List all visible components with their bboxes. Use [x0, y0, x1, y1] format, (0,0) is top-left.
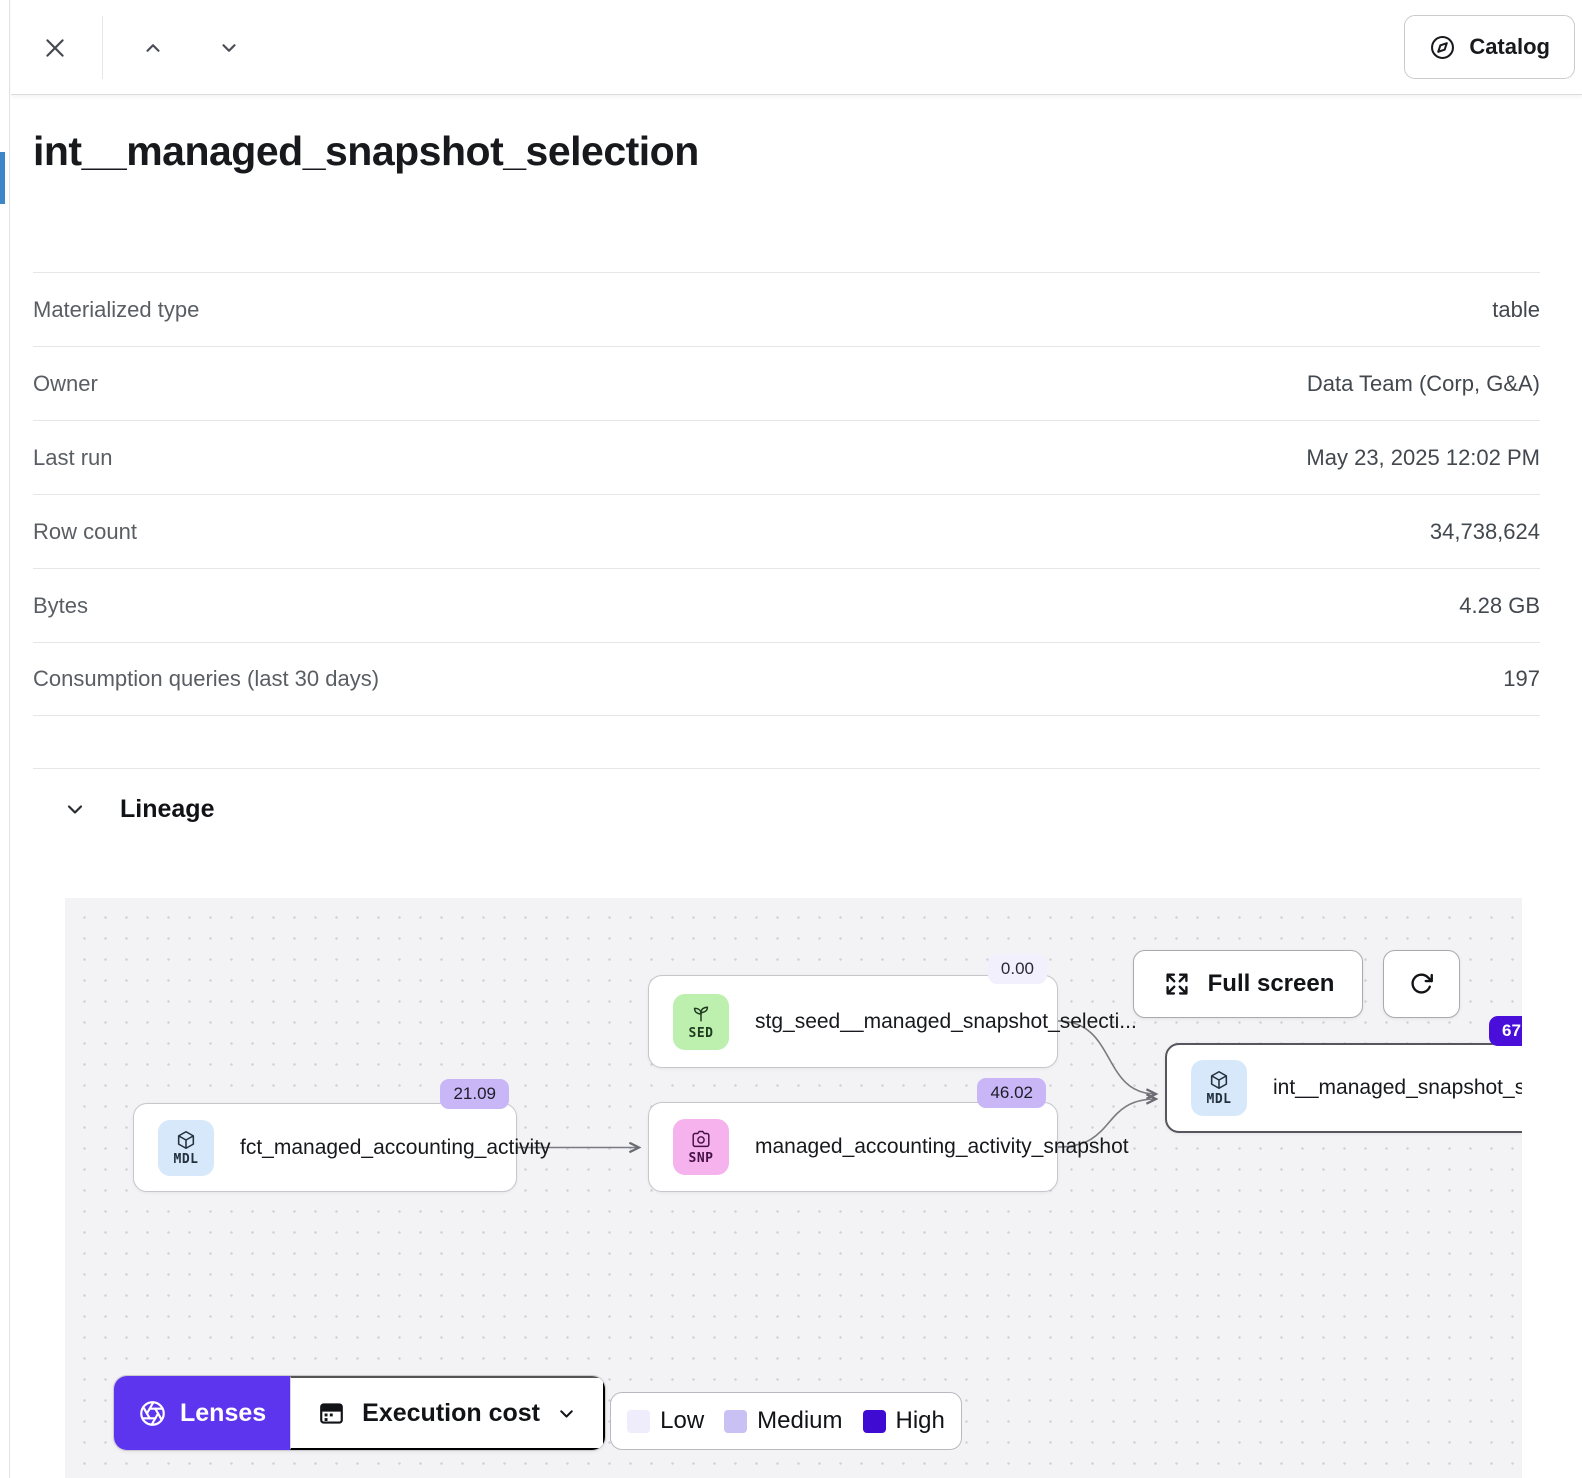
legend-item-high: High [863, 1407, 945, 1435]
medium-cost-swatch [724, 1410, 747, 1433]
legend-item-low: Low [627, 1407, 704, 1435]
node-label: stg_seed__managed_snapshot_selecti... [755, 1010, 1137, 1034]
metadata-row-bytes: Bytes 4.28 GB [33, 568, 1540, 642]
refresh-graph-button[interactable] [1383, 950, 1460, 1018]
execution-cost-badge: 67 [1489, 1016, 1522, 1046]
lens-selector-dropdown[interactable]: Execution cost [290, 1376, 605, 1450]
lineage-node-stg-seed-managed-snapshot-selection[interactable]: 0.00 SED stg_seed__managed_snapshot_sele… [648, 975, 1058, 1068]
high-cost-swatch [863, 1410, 886, 1433]
legend-label: High [896, 1407, 945, 1435]
execution-cost-badge: 21.09 [440, 1079, 509, 1109]
metadata-row-row-count: Row count 34,738,624 [33, 494, 1540, 568]
chevron-up-icon [142, 37, 164, 59]
lineage-node-fct-managed-accounting-activity[interactable]: 21.09 MDL fct_managed_accounting_activit… [133, 1103, 517, 1192]
underlying-page-edge [0, 0, 10, 1478]
panel-toolbar: Catalog [11, 0, 1582, 95]
metadata-value: 4.28 GB [1459, 593, 1540, 619]
compass-icon [1429, 34, 1456, 61]
close-button[interactable] [33, 26, 77, 70]
metadata-label: Bytes [33, 593, 88, 619]
selected-lens-label: Execution cost [362, 1399, 540, 1428]
metadata-row-last-run: Last run May 23, 2025 12:02 PM [33, 420, 1540, 494]
aperture-icon [138, 1399, 167, 1428]
catalog-button[interactable]: Catalog [1404, 15, 1575, 79]
node-type-badge-model: MDL [158, 1120, 214, 1176]
metadata-label: Materialized type [33, 297, 199, 323]
chevron-down-icon [218, 37, 240, 59]
node-type-badge-seed: SED [673, 994, 729, 1050]
cost-legend: Low Medium High [610, 1392, 962, 1450]
node-type-badge-snapshot: SNP [673, 1119, 729, 1175]
metadata-label: Consumption queries (last 30 days) [33, 666, 379, 692]
table-grid-icon [317, 1399, 346, 1428]
metadata-value: Data Team (Corp, G&A) [1307, 371, 1540, 397]
lineage-node-int-managed-snapshot-selection-selected[interactable]: 67 MDL int__managed_snapshot_selection [1165, 1043, 1522, 1133]
lineage-node-managed-accounting-activity-snapshot[interactable]: 46.02 SNP managed_accounting_activity_sn… [648, 1102, 1058, 1192]
chevron-down-icon [63, 797, 87, 821]
scroll-indicator-bar [0, 152, 5, 204]
node-label: fct_managed_accounting_activity [240, 1136, 551, 1160]
collapse-section-button[interactable] [60, 794, 90, 824]
metadata-row-materialized-type: Materialized type table [33, 272, 1540, 346]
node-type-badge-model: MDL [1191, 1060, 1247, 1116]
lenses-button[interactable]: Lenses [114, 1376, 290, 1450]
legend-item-medium: Medium [724, 1407, 842, 1435]
full-screen-label: Full screen [1208, 970, 1335, 998]
previous-item-button[interactable] [133, 30, 173, 66]
chevron-down-icon [556, 1403, 577, 1424]
lineage-section-header: Lineage [60, 794, 214, 824]
close-icon [42, 35, 68, 61]
node-type-label: MDL [174, 1152, 199, 1167]
camera-icon [690, 1128, 712, 1150]
metadata-table: Materialized type table Owner Data Team … [33, 272, 1540, 716]
legend-label: Medium [757, 1407, 842, 1435]
lineage-graph-canvas[interactable]: 21.09 MDL fct_managed_accounting_activit… [65, 898, 1522, 1478]
metadata-label: Last run [33, 445, 113, 471]
metadata-value: May 23, 2025 12:02 PM [1306, 445, 1540, 471]
page-title: int__managed_snapshot_selection [33, 128, 699, 175]
full-screen-button[interactable]: Full screen [1133, 950, 1363, 1018]
cube-icon [175, 1129, 197, 1151]
expand-arrows-icon [1162, 969, 1192, 999]
low-cost-swatch [627, 1410, 650, 1433]
next-item-button[interactable] [209, 30, 249, 66]
sprout-icon [690, 1003, 712, 1025]
metadata-value: 197 [1503, 666, 1540, 692]
node-label: managed_accounting_activity_snapshot [755, 1135, 1129, 1159]
metadata-row-owner: Owner Data Team (Corp, G&A) [33, 346, 1540, 420]
metadata-row-consumption-queries: Consumption queries (last 30 days) 197 [33, 642, 1540, 716]
node-type-label: SNP [689, 1151, 714, 1166]
node-type-label: MDL [1207, 1092, 1232, 1107]
metadata-value: 34,738,624 [1430, 519, 1540, 545]
toolbar-divider [102, 16, 103, 79]
metadata-label: Row count [33, 519, 137, 545]
refresh-icon [1407, 969, 1437, 999]
section-divider [33, 768, 1540, 769]
execution-cost-badge: 46.02 [977, 1078, 1046, 1108]
lineage-section-title: Lineage [120, 795, 214, 824]
catalog-button-label: Catalog [1469, 34, 1550, 60]
cube-icon [1208, 1069, 1230, 1091]
node-type-label: SED [689, 1026, 714, 1041]
legend-label: Low [660, 1407, 704, 1435]
metadata-label: Owner [33, 371, 98, 397]
node-label: int__managed_snapshot_selection [1273, 1076, 1522, 1100]
lenses-button-label: Lenses [180, 1399, 266, 1428]
metadata-value: table [1492, 297, 1540, 323]
execution-cost-badge: 0.00 [988, 954, 1047, 984]
lenses-control: Lenses Execution cost [113, 1375, 606, 1451]
